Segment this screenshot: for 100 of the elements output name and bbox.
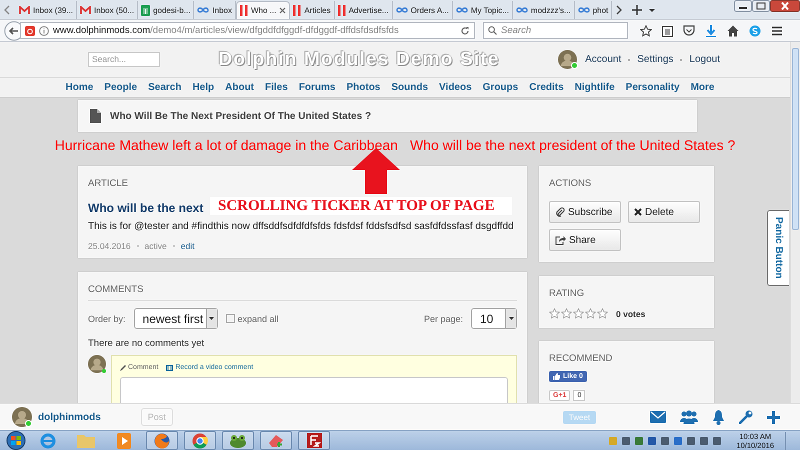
close-window-icon[interactable]: [770, 0, 800, 12]
nav-link[interactable]: About: [225, 82, 254, 93]
nav-link[interactable]: Home: [66, 82, 94, 93]
menu-icon[interactable]: [771, 24, 783, 36]
url-field[interactable]: www.dolphinmods.com/demo4/m/articles/view/dfgddfdfggdf-dfdggdf-dffdsfdsdfsfds: [20, 22, 475, 39]
circle-logo-icon[interactable]: [184, 431, 216, 450]
edit-link[interactable]: edit: [180, 241, 194, 251]
nav-link[interactable]: Photos: [346, 82, 380, 93]
star-icon[interactable]: [585, 308, 596, 319]
star-icon[interactable]: [573, 308, 584, 319]
per-page-label: Per page:: [424, 314, 463, 324]
nav-link[interactable]: Search: [148, 82, 182, 93]
share-icon: [555, 235, 566, 245]
home-icon[interactable]: [727, 24, 739, 36]
document-icon: [90, 109, 101, 123]
bars-icon: [240, 5, 248, 16]
votes-count: 0 votes: [616, 308, 646, 318]
thumbs-up-icon: [553, 373, 560, 380]
spreadsheet-icon: [141, 4, 150, 16]
browser-tab[interactable]: Inbox (39...: [16, 1, 78, 19]
star-icon[interactable]: [640, 24, 652, 36]
section-heading: COMMENTS: [88, 284, 517, 301]
expand-label: expand all: [238, 314, 279, 324]
cross-icon: [634, 208, 642, 216]
app-icon[interactable]: [298, 431, 330, 450]
nav-link[interactable]: Videos: [439, 82, 472, 93]
browser-tab[interactable]: Orders A...: [392, 1, 453, 19]
minimize-icon[interactable]: [734, 0, 752, 12]
star-icon[interactable]: [561, 308, 572, 319]
empty-message: There are no comments yet: [88, 338, 206, 349]
people-icon[interactable]: [680, 410, 698, 424]
scrollbar[interactable]: [790, 42, 800, 403]
account-link[interactable]: Account: [585, 54, 622, 65]
pencil-icon: [120, 364, 126, 370]
info-icon[interactable]: [39, 26, 49, 36]
shield-icon[interactable]: [683, 24, 695, 36]
site-icon: [25, 26, 35, 36]
caret-icon: [508, 317, 514, 320]
mail-icon: [80, 6, 92, 14]
search-field[interactable]: Search: [483, 22, 628, 39]
chat-icon[interactable]: [749, 24, 761, 36]
action-button[interactable]: Share: [549, 229, 621, 251]
star-icon[interactable]: [597, 308, 608, 319]
nav-link[interactable]: Nightlife: [574, 82, 615, 93]
caret-icon: [209, 317, 214, 320]
browser-tab[interactable]: Articles: [290, 1, 335, 19]
per-page-select[interactable]: 10: [471, 308, 517, 329]
browser-tab[interactable]: Who ...: [236, 1, 290, 19]
browser-tab[interactable]: godesi-b...: [138, 1, 194, 19]
nav-link[interactable]: Sounds: [391, 82, 428, 93]
nav-link[interactable]: Help: [192, 82, 214, 93]
nav-link[interactable]: Credits: [529, 82, 564, 93]
nav-link[interactable]: Groups: [482, 82, 518, 93]
download-icon[interactable]: [705, 24, 717, 36]
action-button[interactable]: Delete: [628, 201, 700, 223]
article-body: This is for @tester and #findthis now dffsddfsdfdfdfsfds fdsfdsf fddsfsdfsd sasfdfdssfasf dsgdffdd: [88, 221, 515, 232]
plus-icon[interactable]: [767, 410, 780, 424]
nav-link[interactable]: More: [690, 82, 714, 93]
nav-link[interactable]: Files: [265, 82, 288, 93]
mail-icon[interactable]: [650, 411, 666, 423]
article-title[interactable]: Who will be the next: [88, 201, 204, 215]
browser-tab[interactable]: modzzz's...: [512, 1, 575, 19]
bars-icon: [293, 4, 302, 16]
breadcrumb-title: Who Will Be The Next President Of The United States ?: [110, 110, 372, 122]
expand-checkbox[interactable]: [226, 314, 235, 323]
eraser-icon[interactable]: [260, 431, 292, 450]
close-icon[interactable]: [279, 7, 286, 14]
start-button[interactable]: [6, 431, 26, 450]
nav-link[interactable]: Forums: [298, 82, 336, 93]
globe-icon[interactable]: [146, 431, 178, 450]
browser-tab[interactable]: Inbox (50...: [77, 1, 138, 19]
account-link[interactable]: Logout: [689, 54, 720, 65]
browser-tab[interactable]: phot: [574, 1, 612, 19]
reload-icon[interactable]: [460, 26, 470, 36]
section-heading: RATING: [549, 288, 586, 299]
action-button[interactable]: Subscribe: [549, 201, 621, 223]
nav-link[interactable]: People: [104, 82, 138, 93]
maximize-icon[interactable]: [752, 0, 770, 12]
avatar: [88, 355, 106, 373]
loop-icon: [197, 6, 210, 14]
annotation-label: SCROLLING TICKER AT TOP OF PAGE: [210, 197, 512, 215]
loop-icon: [578, 6, 590, 14]
wrench-icon[interactable]: [739, 410, 753, 424]
clipboard-icon[interactable]: [662, 24, 673, 36]
star-icon[interactable]: [549, 308, 560, 319]
article-status: active: [144, 241, 167, 251]
browser-tab[interactable]: My Topic...: [452, 1, 513, 19]
panic-button[interactable]: Panic Button: [767, 210, 789, 286]
paperclip-icon: [555, 207, 565, 217]
loop-icon: [456, 6, 468, 14]
username-link[interactable]: dolphinmods: [38, 412, 101, 422]
nav-link[interactable]: Personality: [626, 82, 680, 93]
account-link[interactable]: Settings: [637, 54, 674, 65]
site-title: Dolphin Modules Demo Site: [217, 48, 501, 70]
frog-icon[interactable]: [222, 431, 254, 450]
bell-icon[interactable]: [712, 410, 725, 424]
browser-tab[interactable]: Advertise...: [334, 1, 393, 19]
loop-icon: [396, 6, 408, 14]
order-select[interactable]: newest first: [134, 308, 218, 329]
section-heading: ACTIONS: [549, 178, 592, 189]
